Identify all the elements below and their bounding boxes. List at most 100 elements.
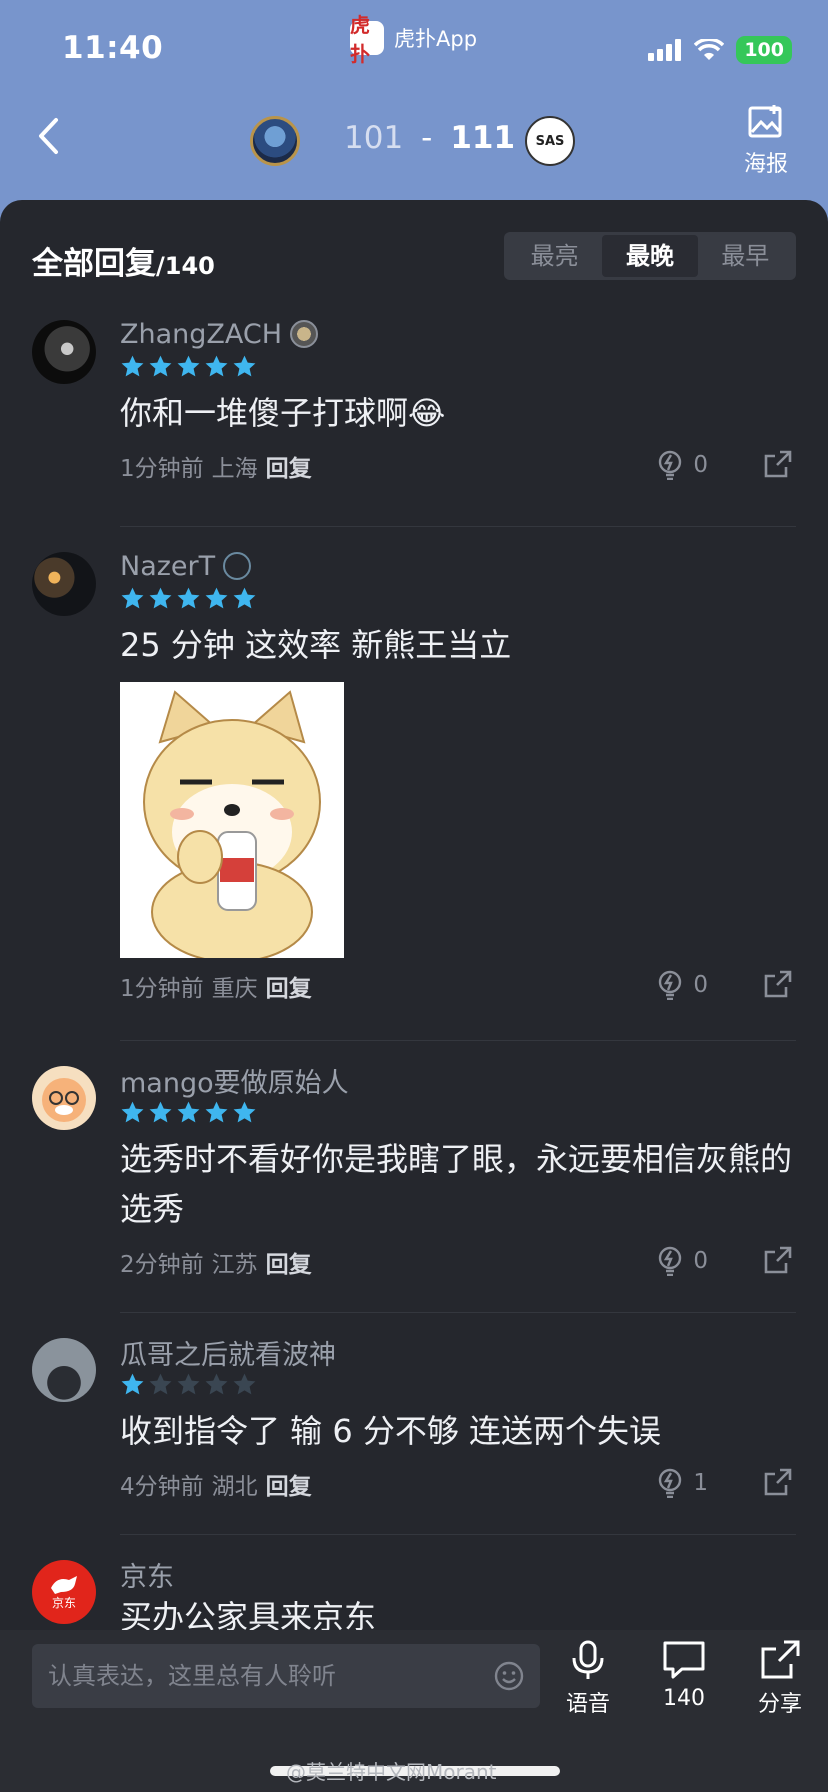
share-icon[interactable] (764, 1468, 792, 1496)
game-header: 101 - 111 SAS 海报 (0, 96, 828, 200)
avatar[interactable] (32, 552, 96, 616)
jd-avatar[interactable]: 京东 (32, 1560, 96, 1624)
back-button[interactable] (26, 114, 70, 158)
emoji-icon[interactable] (494, 1661, 524, 1691)
comment-time: 4分钟前 (120, 1474, 204, 1500)
star-icon (177, 587, 200, 609)
comment-location: 湖北 (211, 1474, 258, 1500)
username-text: 京东 (120, 1561, 174, 1593)
rating-stars (120, 586, 796, 612)
divider (120, 1534, 796, 1535)
app-indicator: 虎扑 虎扑App (350, 13, 477, 66)
username-text: ZhangZACH (120, 318, 283, 350)
chevron-left-icon (39, 118, 58, 154)
star-icon (205, 1101, 228, 1123)
username-text: mango要做原始人 (120, 1067, 349, 1099)
rating-stars (120, 354, 796, 380)
light-button[interactable]: 1 (657, 1468, 708, 1498)
poster-button[interactable]: 海报 (738, 104, 794, 178)
comment-time: 1分钟前 (120, 976, 204, 1002)
away-team-abbr: SAS (535, 133, 565, 149)
sort-tab-latest[interactable]: 最晚 (602, 235, 698, 277)
comment-time: 2分钟前 (120, 1252, 204, 1278)
light-button[interactable]: 0 (657, 1246, 708, 1276)
replies-count: /140 (156, 252, 215, 280)
scoreboard: 101 - 111 (344, 120, 515, 156)
reply-button[interactable]: 回复 (266, 449, 312, 483)
light-count: 0 (693, 452, 708, 478)
star-icon (205, 1373, 228, 1395)
share-icon[interactable] (764, 450, 792, 478)
star-icon (121, 587, 144, 609)
home-score: 101 (344, 120, 404, 156)
rating-stars (120, 1100, 796, 1126)
username[interactable]: ZhangZACH (120, 316, 796, 352)
comment-meta: 1分钟前 重庆 回复 0 (120, 966, 796, 1006)
reply-button[interactable]: 回复 (266, 969, 312, 1003)
share-label: 分享 (757, 1692, 802, 1717)
status-icons: 100 (648, 36, 792, 64)
avatar[interactable] (32, 1066, 96, 1130)
username[interactable]: 瓜哥之后就看波神 (120, 1334, 796, 1371)
sort-tab-brightest[interactable]: 最亮 (507, 235, 602, 277)
share-icon[interactable] (764, 970, 792, 998)
star-icon (121, 1101, 144, 1123)
voice-button[interactable]: 语音 (548, 1640, 628, 1718)
rating-stars (120, 1372, 796, 1398)
bottom-bar: 语音 140 分享 @莫兰特中文网Morant (0, 1630, 828, 1792)
share-icon (761, 1640, 800, 1679)
image-poster-icon (748, 105, 782, 138)
comment-body: NazerT 25 分钟 这效率 新熊王当立 1分钟前 重庆 回复 0 (120, 548, 796, 1006)
replies-title: 全部回复/140 (32, 238, 215, 283)
signal-icon (648, 39, 682, 61)
status-time: 11:40 (62, 30, 164, 66)
replies-title-label: 全部回复 (32, 246, 156, 282)
star-icon (233, 1373, 256, 1395)
comment-meta: 2分钟前 江苏 回复 0 (120, 1242, 796, 1282)
star-icon (177, 1373, 200, 1395)
reply-button[interactable]: 回复 (266, 1467, 312, 1501)
comment-body: 京东 买办公家具来京东 (120, 1556, 796, 1631)
star-icon (233, 355, 256, 377)
share-icon[interactable] (764, 1246, 792, 1274)
star-icon (149, 1373, 172, 1395)
light-button[interactable]: 0 (657, 970, 708, 1000)
comment-bubble-icon (663, 1641, 705, 1679)
lightbulb-icon (659, 450, 682, 480)
sort-tab-earliest[interactable]: 最早 (698, 235, 793, 277)
share-button[interactable]: 分享 (740, 1640, 820, 1718)
sticker-image[interactable] (120, 682, 344, 963)
star-icon (149, 355, 172, 377)
replies-panel: 全部回复/140 最亮 最晚 最早 ZhangZACH 你和一堆傻子打球啊😂 1… (0, 200, 828, 1630)
reply-button[interactable]: 回复 (266, 1245, 312, 1279)
microphone-icon (572, 1640, 604, 1679)
comment-text: 收到指令了 输 6 分不够 连送两个失误 (120, 1412, 662, 1450)
divider (120, 1312, 796, 1313)
username[interactable]: NazerT (120, 548, 796, 584)
comment-text: 25 分钟 这效率 新熊王当立 (120, 626, 512, 664)
comment-body: 瓜哥之后就看波神 收到指令了 输 6 分不够 连送两个失误 4分钟前 湖北 回复… (120, 1334, 796, 1504)
comments-button[interactable]: 140 (644, 1640, 724, 1711)
username-text: 瓜哥之后就看波神 (120, 1339, 336, 1371)
comment-location: 江苏 (211, 1252, 258, 1278)
comment-input-box[interactable] (32, 1644, 540, 1708)
comment-body: mango要做原始人 选秀时不看好你是我瞎了眼，永远要相信灰熊的选秀 2分钟前 … (120, 1062, 796, 1282)
light-button[interactable]: 0 (657, 450, 708, 480)
comment-count: 140 (663, 1686, 705, 1711)
username[interactable]: 京东 (120, 1556, 796, 1593)
star-icon (205, 587, 228, 609)
away-team-logo[interactable]: SAS (525, 116, 575, 166)
jd-dog-logo-icon (51, 1576, 77, 1594)
avatar[interactable] (32, 1338, 96, 1402)
username[interactable]: mango要做原始人 (120, 1062, 796, 1099)
jd-avatar-text: 京东 (51, 1596, 76, 1610)
divider (120, 526, 796, 527)
comment-meta: 1分钟前 上海 回复 0 (120, 446, 796, 486)
comment-text: 你和一堆傻子打球啊😂 (120, 394, 446, 432)
home-team-logo[interactable] (250, 116, 300, 166)
comment-body: ZhangZACH 你和一堆傻子打球啊😂 1分钟前 上海 回复 0 (120, 316, 796, 486)
comment-input[interactable] (48, 1644, 468, 1708)
divider (120, 1040, 796, 1041)
comment-location: 上海 (211, 456, 258, 482)
avatar[interactable] (32, 320, 96, 384)
